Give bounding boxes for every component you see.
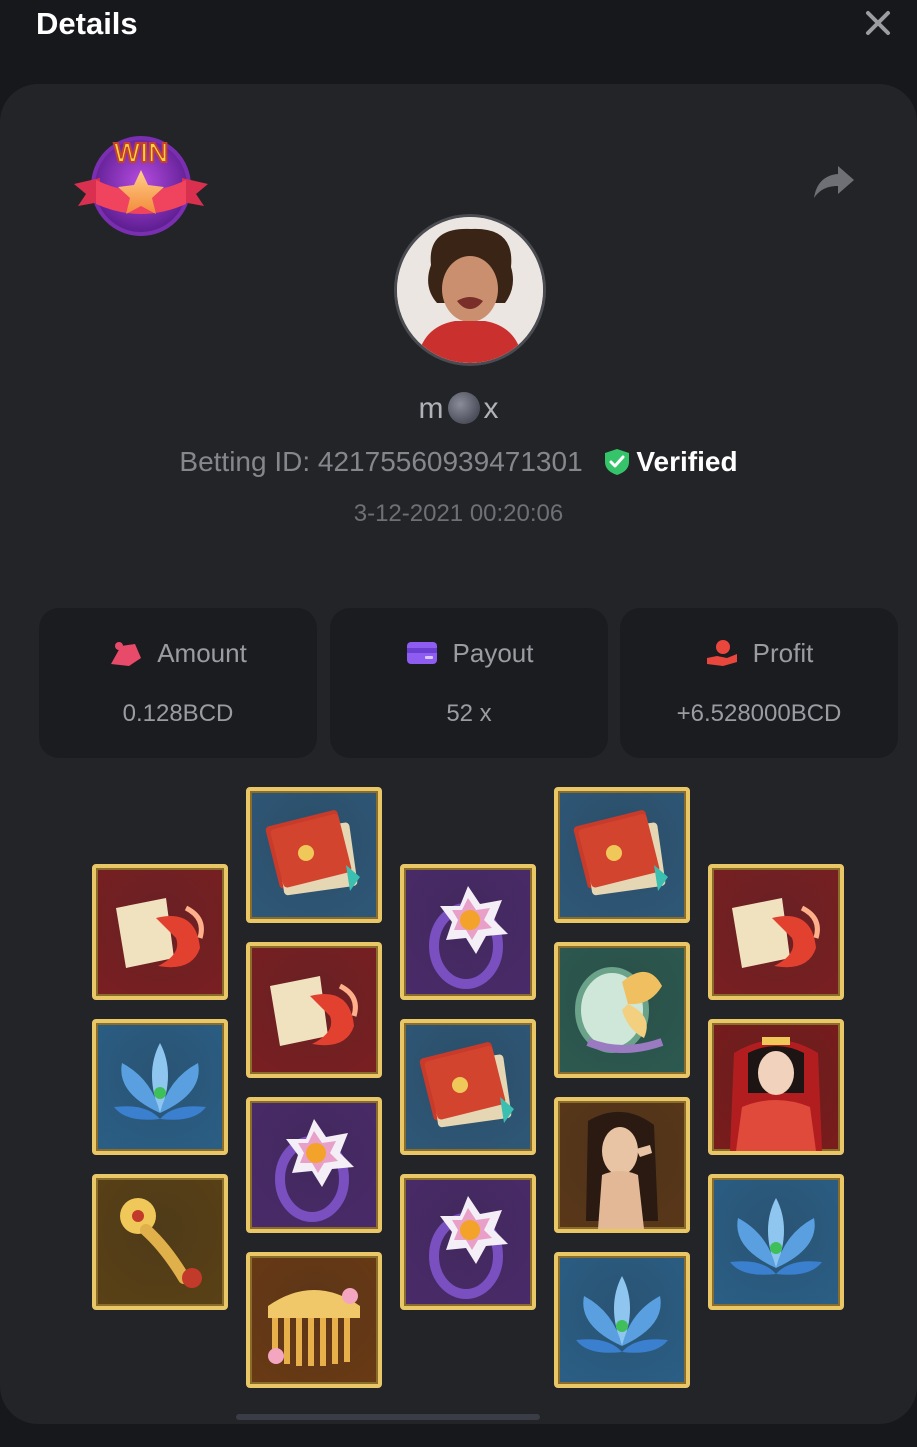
mirror-butterfly-symbol-icon [554, 942, 690, 1078]
shield-check-icon [605, 449, 630, 475]
stat-value: 0.128BCD [122, 700, 234, 727]
fan-koi-symbol-icon [246, 942, 382, 1078]
stat-value: +6.528000BCD [676, 700, 842, 727]
profit-hand-icon [706, 640, 737, 666]
fan-koi-symbol-icon [708, 864, 844, 1000]
lady-red-symbol-icon [708, 1019, 844, 1155]
amount-icon [111, 642, 142, 666]
book-symbol-icon [246, 787, 382, 923]
header: Details [0, 0, 917, 60]
lotus-symbol-icon [92, 1019, 228, 1155]
ruyi-scepter-symbol-icon [92, 1174, 228, 1310]
scroll-indicator [236, 1414, 540, 1420]
stat-label: Amount [157, 638, 247, 668]
betting-id-row: Betting ID: 42175560939471301 Verified [0, 446, 917, 478]
ring-symbol-icon [400, 864, 536, 1000]
username: mx [0, 392, 917, 426]
betting-id[interactable]: 42175560939471301 [318, 446, 583, 477]
lotus-symbol-icon [708, 1174, 844, 1310]
lotus-symbol-icon [554, 1252, 690, 1388]
fan-koi-symbol-icon [92, 864, 228, 1000]
avatar [394, 214, 546, 366]
stat-label: Profit [752, 638, 814, 668]
comb-symbol-icon [246, 1252, 382, 1388]
stat-card-profit: Profit +6.528000BCD [620, 608, 898, 758]
win-text: WIN [114, 137, 168, 168]
stat-value: 52 x [446, 700, 492, 727]
username-part: m [418, 392, 444, 425]
username-part: x [483, 392, 499, 425]
ring-symbol-icon [400, 1174, 536, 1310]
payout-card-icon [406, 642, 437, 664]
close-icon[interactable] [863, 8, 893, 38]
page-title: Details [36, 6, 138, 41]
moon-emoji-icon [447, 392, 480, 424]
betting-id-label: Betting ID: [179, 446, 311, 477]
stat-card-payout: Payout 52 x [330, 608, 608, 758]
stat-card-amount: Amount 0.128BCD [39, 608, 317, 758]
ring-symbol-icon [246, 1097, 382, 1233]
win-badge-icon: WIN [74, 136, 208, 236]
book-symbol-icon [400, 1019, 536, 1155]
lady-dark-symbol-icon [554, 1097, 690, 1233]
bet-datetime: 3-12-2021 00:20:06 [353, 500, 564, 527]
book-symbol-icon [554, 787, 690, 923]
stat-label: Payout [452, 638, 534, 668]
verified-label: Verified [636, 446, 738, 477]
share-icon[interactable] [812, 162, 856, 202]
